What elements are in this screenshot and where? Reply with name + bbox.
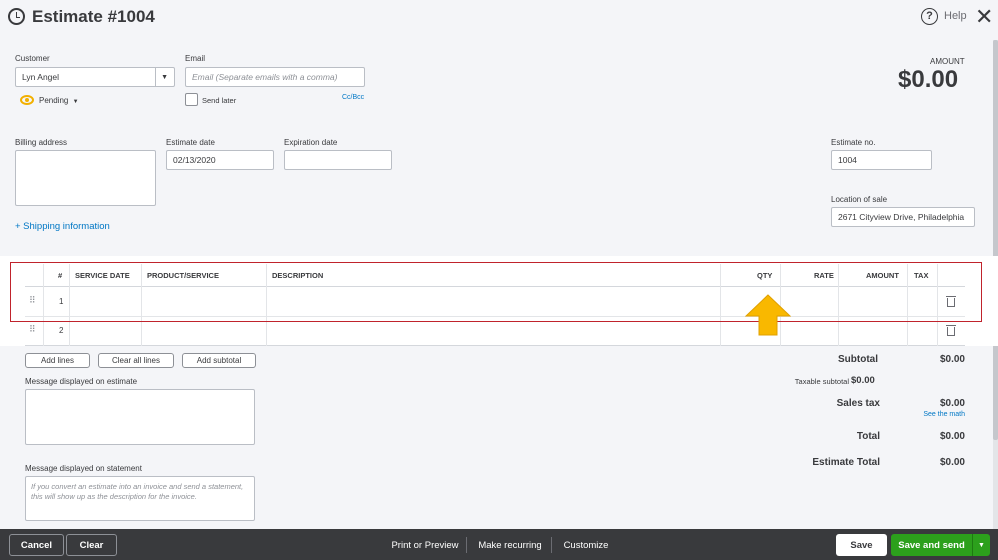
subtotal-label: Subtotal xyxy=(838,354,878,365)
subtotal-value: $0.00 xyxy=(939,354,965,365)
caret-down-icon: ▼ xyxy=(72,99,79,105)
estimate-total-label: Estimate Total xyxy=(812,457,880,468)
customer-value: Lyn Angel xyxy=(22,72,60,82)
clear-all-lines-button[interactable]: Clear all lines xyxy=(98,353,174,368)
estimate-date-label: Estimate date xyxy=(166,138,215,147)
billing-address-field[interactable] xyxy=(15,150,156,206)
statement-message-label: Message displayed on statement xyxy=(25,464,142,473)
estimate-total-value: $0.00 xyxy=(939,457,965,468)
email-label: Email xyxy=(185,54,206,63)
help-icon[interactable]: ? xyxy=(921,8,938,25)
customize-button[interactable]: Customize xyxy=(556,534,616,556)
pending-status-icon xyxy=(20,95,34,105)
statement-message-field[interactable]: If you convert an estimate into an invoi… xyxy=(25,476,255,521)
billing-address-label: Billing address xyxy=(15,138,68,147)
status-dropdown[interactable]: Pending ▼ xyxy=(39,96,79,105)
estimate-no-label: Estimate no. xyxy=(831,138,876,147)
email-input[interactable]: Email (Separate emails with a comma) xyxy=(185,67,365,87)
expiration-date-input[interactable] xyxy=(284,150,392,170)
table-bottom-divider xyxy=(25,345,965,346)
trash-icon[interactable] xyxy=(946,325,956,336)
total-label: Total xyxy=(856,431,880,442)
add-subtotal-button[interactable]: Add subtotal xyxy=(182,353,256,368)
location-input[interactable]: 2671 Cityview Drive, Philadelphia xyxy=(831,207,975,227)
location-value: 2671 Cityview Drive, Philadelphia xyxy=(838,212,965,222)
email-placeholder: Email (Separate emails with a comma) xyxy=(192,72,338,82)
close-icon[interactable]: ✕ xyxy=(975,6,993,28)
chevron-down-icon: ▼ xyxy=(155,68,168,86)
drag-handle-icon[interactable]: ⠿ xyxy=(29,324,36,335)
save-button[interactable]: Save xyxy=(836,534,887,556)
save-and-send-button[interactable]: Save and send ▼ xyxy=(891,534,990,556)
expiration-date-label: Expiration date xyxy=(284,138,338,147)
estimate-date-value: 02/13/2020 xyxy=(173,155,216,165)
customer-select[interactable]: Lyn Angel ▼ xyxy=(15,67,175,87)
customer-label: Customer xyxy=(15,54,50,63)
see-the-math-link[interactable]: See the math xyxy=(905,411,965,418)
estimate-no-input[interactable]: 1004 xyxy=(831,150,932,170)
sales-tax-value: $0.00 xyxy=(939,398,965,409)
cc-bcc-link[interactable]: Cc/Bcc xyxy=(342,94,364,101)
taxable-subtotal-label: Taxable subtotal xyxy=(794,377,849,386)
page-title: Estimate #1004 xyxy=(32,7,155,26)
estimate-message-label: Message displayed on estimate xyxy=(25,377,138,386)
amount-value: $0.00 xyxy=(898,66,959,93)
add-lines-button[interactable]: Add lines xyxy=(25,353,90,368)
amount-label: AMOUNT xyxy=(930,57,965,66)
highlight-box xyxy=(10,262,982,322)
scrollbar-thumb[interactable] xyxy=(993,40,998,440)
estimate-date-input[interactable]: 02/13/2020 xyxy=(166,150,274,170)
shipping-info-link[interactable]: + Shipping information xyxy=(15,221,110,232)
cancel-button[interactable]: Cancel xyxy=(9,534,64,556)
send-later-label: Send later xyxy=(202,96,237,105)
clear-button[interactable]: Clear xyxy=(66,534,117,556)
up-arrow-annotation xyxy=(745,294,791,336)
send-later-checkbox[interactable] xyxy=(185,93,198,106)
history-icon[interactable] xyxy=(8,8,25,25)
footer-divider xyxy=(551,537,552,553)
total-value: $0.00 xyxy=(939,431,965,442)
help-link[interactable]: Help xyxy=(944,10,967,22)
status-label: Pending xyxy=(39,96,69,105)
taxable-subtotal-value: $0.00 xyxy=(851,375,875,386)
statement-message-placeholder: If you convert an estimate into an invoi… xyxy=(31,482,244,501)
print-preview-button[interactable]: Print or Preview xyxy=(385,534,465,556)
make-recurring-button[interactable]: Make recurring xyxy=(472,534,548,556)
sales-tax-label: Sales tax xyxy=(836,398,880,409)
estimate-message-field[interactable] xyxy=(25,389,255,445)
save-and-send-label: Save and send xyxy=(898,539,965,551)
estimate-no-value: 1004 xyxy=(838,155,857,165)
footer-divider xyxy=(466,537,467,553)
location-label: Location of sale xyxy=(831,195,888,204)
row-number: 2 xyxy=(59,326,64,335)
save-send-dropdown-icon[interactable]: ▼ xyxy=(972,534,990,556)
